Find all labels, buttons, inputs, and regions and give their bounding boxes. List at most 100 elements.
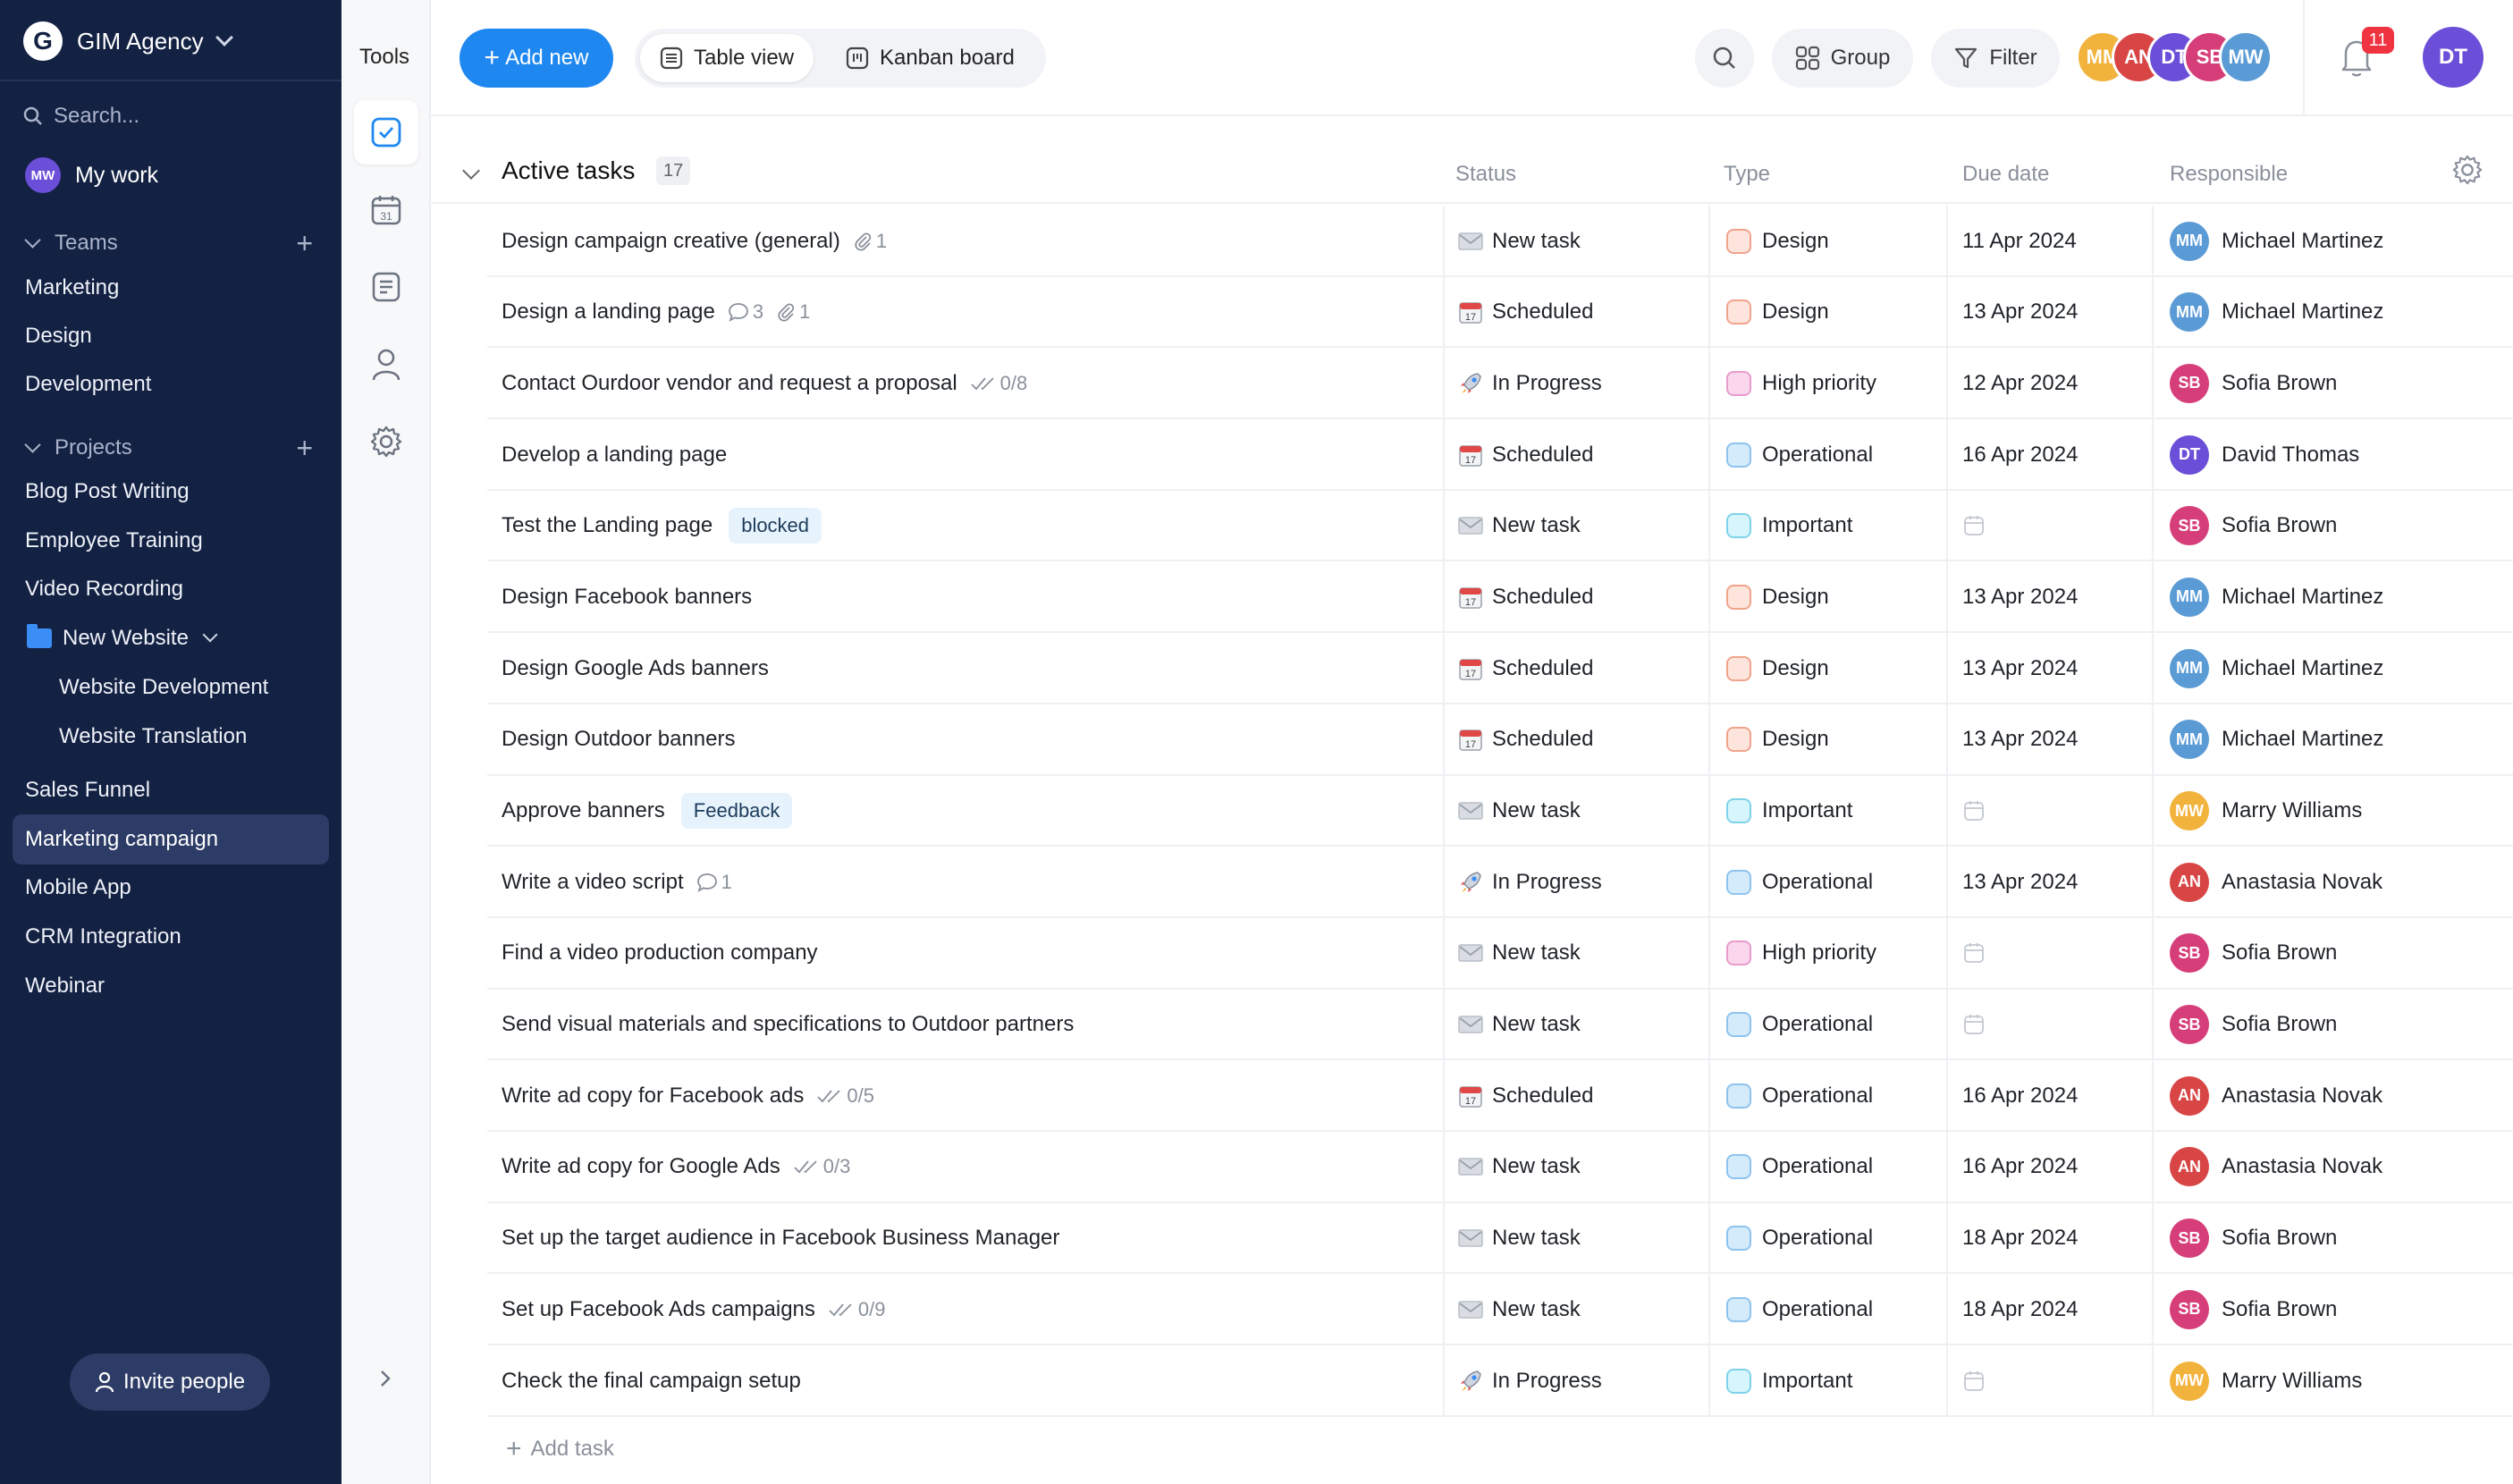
status-cell[interactable]: 17 Scheduled	[1458, 1060, 1593, 1131]
teams-section-header[interactable]: Teams +	[24, 229, 313, 257]
due-date-cell[interactable]: 13 Apr 2024	[1962, 633, 2078, 704]
due-date-cell[interactable]: 13 Apr 2024	[1962, 277, 2078, 348]
kanban-board-tab[interactable]: Kanban board	[826, 34, 1034, 82]
type-cell[interactable]: Design	[1726, 206, 1829, 276]
column-header-status[interactable]: Status	[1455, 162, 1516, 187]
status-cell[interactable]: 17 Scheduled	[1458, 561, 1593, 632]
status-cell[interactable]: New task	[1458, 1274, 1581, 1345]
table-row[interactable]: Design Outdoor banners 17 Scheduled Design 1…	[487, 704, 2513, 776]
due-date-cell[interactable]	[1962, 990, 1986, 1060]
responsible-cell[interactable]: MM Michael Martinez	[2170, 561, 2383, 632]
collapse-group-button[interactable]	[462, 157, 480, 183]
tool-tasks[interactable]	[354, 100, 418, 164]
responsible-cell[interactable]: AN Anastasia Novak	[2170, 1060, 2382, 1131]
responsible-cell[interactable]: SB Sofia Brown	[2170, 348, 2337, 418]
tool-calendar[interactable]: 31	[354, 178, 418, 242]
task-tag[interactable]: Feedback	[680, 793, 793, 829]
sidebar-item-team[interactable]: Design	[25, 324, 92, 349]
add-new-button[interactable]: + Add new	[460, 29, 613, 88]
task-name-cell[interactable]: Write ad copy for Google Ads 0/3	[502, 1132, 850, 1202]
status-cell[interactable]: 17 Scheduled	[1458, 633, 1593, 704]
table-row[interactable]: Send visual materials and specifications…	[487, 989, 2513, 1061]
table-row[interactable]: Find a video production company New task H…	[487, 917, 2513, 990]
type-cell[interactable]: Operational	[1726, 847, 1873, 917]
type-cell[interactable]: Operational	[1726, 1060, 1873, 1131]
responsible-cell[interactable]: MM Michael Martinez	[2170, 704, 2383, 775]
type-cell[interactable]: Design	[1726, 277, 1829, 348]
type-cell[interactable]: High priority	[1726, 348, 1876, 418]
column-header-type[interactable]: Type	[1724, 162, 1770, 187]
responsible-cell[interactable]: DT David Thomas	[2170, 419, 2359, 490]
table-row[interactable]: Contact Ourdoor vendor and request a pro…	[487, 348, 2513, 420]
invite-people-button[interactable]: Invite people	[70, 1353, 270, 1411]
responsible-cell[interactable]: MM Michael Martinez	[2170, 277, 2383, 348]
responsible-cell[interactable]: MW Marry Williams	[2170, 776, 2362, 847]
type-cell[interactable]: Important	[1726, 491, 1852, 561]
tool-docs[interactable]	[354, 255, 418, 319]
status-cell[interactable]: New task	[1458, 776, 1581, 847]
type-cell[interactable]: Operational	[1726, 990, 1873, 1060]
due-date-cell[interactable]	[1962, 491, 1986, 561]
add-project-icon[interactable]: +	[296, 434, 313, 462]
type-cell[interactable]: Design	[1726, 561, 1829, 632]
sidebar-item-project[interactable]: Sales Funnel	[25, 778, 150, 803]
tool-settings[interactable]	[354, 409, 418, 474]
type-cell[interactable]: Operational	[1726, 1132, 1873, 1202]
column-settings-button[interactable]	[2451, 154, 2483, 192]
responsible-cell[interactable]: MM Michael Martinez	[2170, 206, 2383, 276]
responsible-cell[interactable]: SB Sofia Brown	[2170, 1274, 2337, 1345]
responsible-cell[interactable]: SB Sofia Brown	[2170, 918, 2337, 989]
projects-section-header[interactable]: Projects +	[24, 434, 313, 462]
sidebar-item-subproject[interactable]: Website Translation	[59, 724, 247, 749]
sidebar-item-project[interactable]: Marketing campaign	[25, 827, 218, 852]
task-name-cell[interactable]: Send visual materials and specifications…	[502, 990, 1074, 1060]
due-date-cell[interactable]: 13 Apr 2024	[1962, 561, 2078, 632]
task-name-cell[interactable]: Write ad copy for Facebook ads 0/5	[502, 1060, 874, 1131]
table-row[interactable]: Develop a landing page 17 Scheduled Operati…	[487, 419, 2513, 491]
task-name-cell[interactable]: Design campaign creative (general) 1	[502, 206, 887, 276]
table-row[interactable]: Approve banners Feedback New task Important…	[487, 775, 2513, 847]
sidebar-item-project[interactable]: Mobile App	[25, 875, 131, 900]
task-name-cell[interactable]: Find a video production company	[502, 918, 818, 989]
sidebar-folder-new-website[interactable]: New Website	[27, 624, 218, 651]
responsible-cell[interactable]: SB Sofia Brown	[2170, 990, 2337, 1060]
type-cell[interactable]: High priority	[1726, 918, 1876, 989]
status-cell[interactable]: New task	[1458, 918, 1581, 989]
table-row[interactable]: Test the Landing page blocked New task Impo…	[487, 490, 2513, 562]
due-date-cell[interactable]: 11 Apr 2024	[1962, 206, 2077, 276]
responsible-cell[interactable]: AN Anastasia Novak	[2170, 1132, 2382, 1202]
table-row[interactable]: Check the final campaign setup In Progres…	[487, 1345, 2513, 1417]
task-name-cell[interactable]: Write a video script 1	[502, 847, 732, 917]
due-date-cell[interactable]: 16 Apr 2024	[1962, 419, 2078, 490]
responsible-cell[interactable]: SB Sofia Brown	[2170, 491, 2337, 561]
table-row[interactable]: Write ad copy for Facebook ads 0/5 17 Sched…	[487, 1060, 2513, 1132]
task-name-cell[interactable]: Design Outdoor banners	[502, 704, 736, 775]
due-date-cell[interactable]: 18 Apr 2024	[1962, 1203, 2078, 1274]
table-row[interactable]: Set up Facebook Ads campaigns 0/9 New task…	[487, 1274, 2513, 1345]
type-cell[interactable]: Operational	[1726, 1274, 1873, 1345]
type-cell[interactable]: Important	[1726, 1345, 1852, 1416]
add-task-button[interactable]: + Add task	[506, 1436, 614, 1463]
due-date-cell[interactable]	[1962, 918, 1986, 989]
filter-button[interactable]: Filter	[1931, 29, 2060, 88]
type-cell[interactable]: Important	[1726, 776, 1852, 847]
user-avatar[interactable]: DT	[2423, 27, 2483, 88]
sidebar-item-my-work[interactable]: MW My work	[25, 157, 158, 193]
column-header-responsible[interactable]: Responsible	[2170, 162, 2288, 187]
status-cell[interactable]: In Progress	[1458, 1345, 1602, 1416]
status-cell[interactable]: In Progress	[1458, 847, 1602, 917]
task-name-cell[interactable]: Check the final campaign setup	[502, 1345, 801, 1416]
sidebar-item-project[interactable]: Employee Training	[25, 528, 203, 553]
status-cell[interactable]: 17 Scheduled	[1458, 704, 1593, 775]
table-row[interactable]: Design a landing page 3 1 17 Scheduled Design…	[487, 276, 2513, 349]
table-row[interactable]: Write ad copy for Google Ads 0/3 New task O…	[487, 1131, 2513, 1203]
sidebar-item-project[interactable]: CRM Integration	[25, 924, 181, 949]
task-name-cell[interactable]: Design Google Ads banners	[502, 633, 769, 704]
type-cell[interactable]: Design	[1726, 704, 1829, 775]
task-tag[interactable]: blocked	[729, 508, 822, 544]
task-name-cell[interactable]: Test the Landing page blocked	[502, 491, 822, 561]
sidebar-item-subproject[interactable]: Website Development	[59, 675, 268, 700]
task-name-cell[interactable]: Design Facebook banners	[502, 561, 752, 632]
type-cell[interactable]: Operational	[1726, 1203, 1873, 1274]
sidebar-item-project[interactable]: Blog Post Writing	[25, 479, 190, 504]
